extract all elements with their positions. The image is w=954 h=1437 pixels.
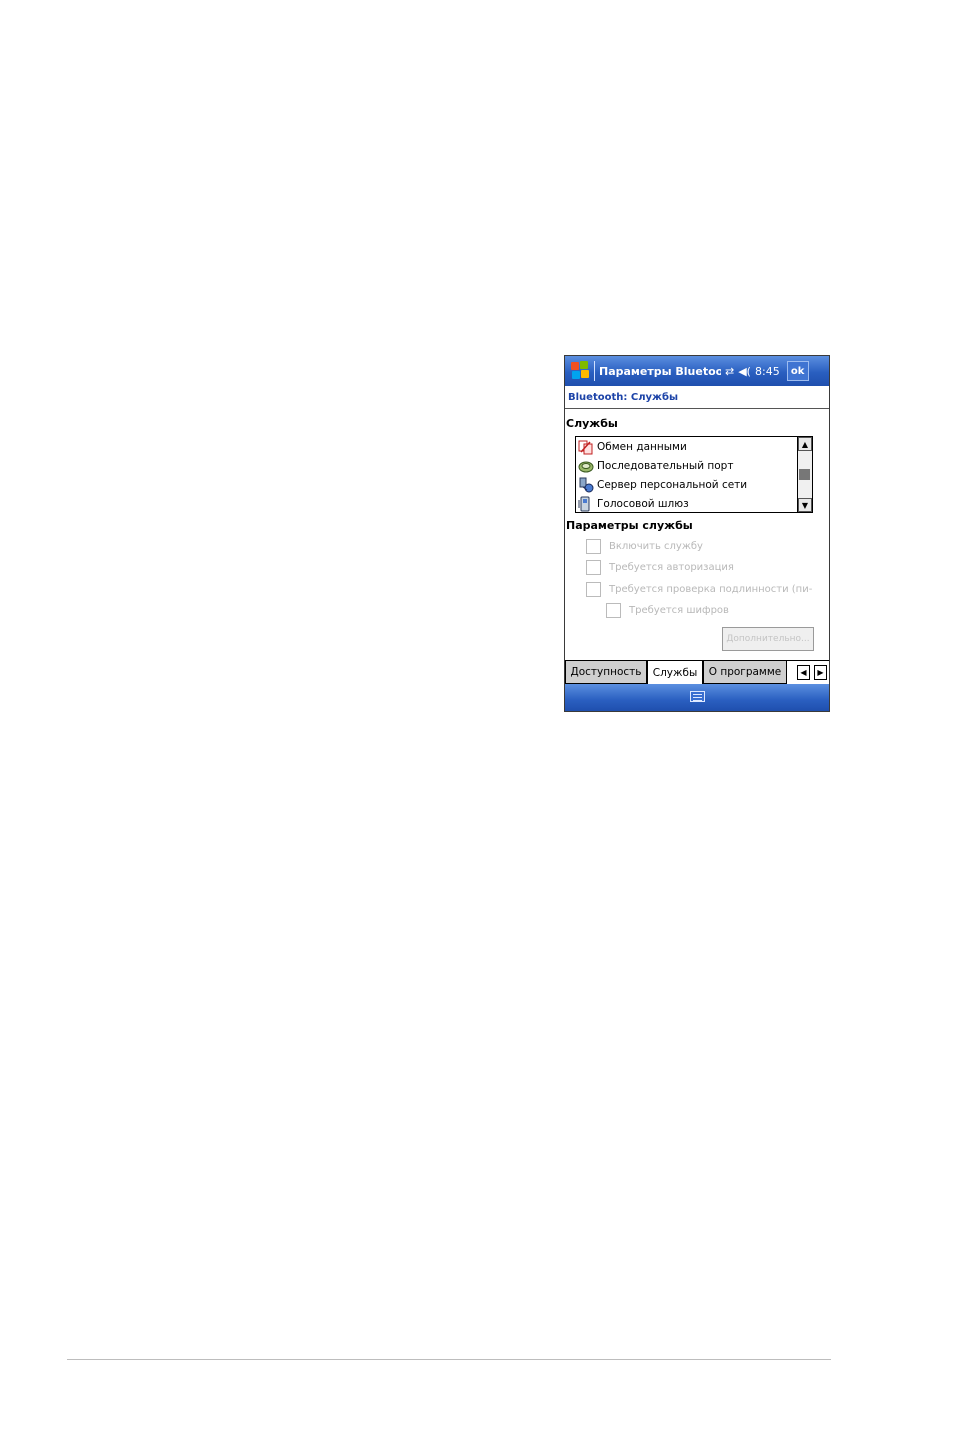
authentication-label: Требуется проверка подлинности (пи- xyxy=(609,584,813,595)
list-item[interactable]: Обмен данными xyxy=(578,437,687,456)
title-bar: Параметры Bluetoo ⇄ ◀︎( 8:45 ok xyxy=(565,356,829,386)
enable-service-label: Включить службу xyxy=(609,541,703,552)
list-item-label: Обмен данными xyxy=(597,440,687,453)
ok-button[interactable]: ok xyxy=(786,361,809,381)
tab-scroll-right-icon[interactable]: ▶ xyxy=(814,665,827,680)
list-item[interactable]: Последовательный порт xyxy=(578,456,733,475)
advanced-button[interactable]: Дополнительно... xyxy=(722,627,814,651)
authorization-checkbox[interactable] xyxy=(586,560,601,575)
clock[interactable]: 8:45 xyxy=(755,365,780,378)
list-item-label: Сервер персональной сети xyxy=(597,478,748,491)
list-item-label: Последовательный порт xyxy=(597,459,734,472)
windows-start-icon[interactable] xyxy=(568,359,592,383)
list-item[interactable]: Сервер персональной сети xyxy=(578,475,747,494)
serial-port-icon xyxy=(578,458,594,474)
tab-bar: Доступность Службы О программе ◀ ▶ xyxy=(565,660,829,685)
tab-services[interactable]: Службы xyxy=(647,661,703,684)
service-params-label: Параметры службы xyxy=(566,519,693,532)
tab-scroll-left-icon[interactable]: ◀ xyxy=(797,665,810,680)
list-item[interactable]: Голосовой шлюз xyxy=(578,494,689,513)
keyboard-icon[interactable] xyxy=(690,691,705,702)
authorization-label: Требуется авторизация xyxy=(609,562,734,573)
services-list[interactable]: Обмен данными Последовательный порт Серв… xyxy=(575,436,813,513)
data-exchange-icon xyxy=(578,439,594,455)
pocketpc-screen: Параметры Bluetoo ⇄ ◀︎( 8:45 ok Bluetoot… xyxy=(564,355,830,712)
enable-service-option[interactable]: Включить службу xyxy=(586,539,703,554)
encryption-option[interactable]: Требуется шифров xyxy=(606,603,729,618)
speaker-icon[interactable]: ◀︎( xyxy=(738,365,751,378)
page-title: Bluetooth: Службы xyxy=(568,392,679,403)
authentication-option[interactable]: Требуется проверка подлинности (пи- xyxy=(586,582,812,597)
scroll-thumb[interactable] xyxy=(799,469,810,480)
tab-accessibility[interactable]: Доступность xyxy=(565,661,647,684)
list-item-label: Голосовой шлюз xyxy=(597,497,689,510)
services-label: Службы xyxy=(566,417,618,430)
menu-bar xyxy=(565,684,829,711)
enable-service-checkbox[interactable] xyxy=(586,539,601,554)
page-footer-divider xyxy=(67,1359,831,1360)
tab-about[interactable]: О программе xyxy=(703,661,787,684)
encryption-label: Требуется шифров xyxy=(629,605,729,616)
authentication-checkbox[interactable] xyxy=(586,582,601,597)
encryption-checkbox[interactable] xyxy=(606,603,621,618)
authorization-option[interactable]: Требуется авторизация xyxy=(586,560,734,575)
scroll-down-icon[interactable]: ▼ xyxy=(798,498,812,512)
pan-server-icon xyxy=(578,477,594,493)
scroll-up-icon[interactable]: ▲ xyxy=(798,437,812,451)
title-separator xyxy=(594,361,595,381)
services-scrollbar[interactable]: ▲ ▼ xyxy=(797,437,812,512)
header-divider xyxy=(565,408,829,409)
voice-gateway-icon xyxy=(578,496,594,512)
connectivity-icon[interactable]: ⇄ xyxy=(725,365,734,378)
app-title: Параметры Bluetoo xyxy=(599,364,721,378)
